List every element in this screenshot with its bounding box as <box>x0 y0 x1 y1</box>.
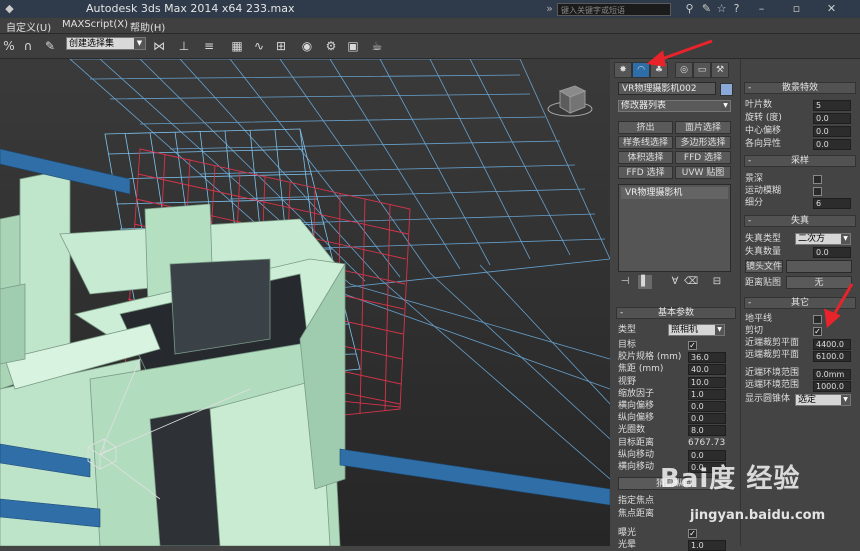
annotation-arrows <box>646 39 854 328</box>
annotation-arrowhead <box>646 50 666 67</box>
annotation-arrow-clipping <box>830 283 854 319</box>
annotation-arrow-modify-tab <box>655 39 713 63</box>
watermark-url: jingyan.baidu.com <box>690 508 826 523</box>
baidu-jingyan-logo: Bai度 经验 <box>660 464 801 494</box>
